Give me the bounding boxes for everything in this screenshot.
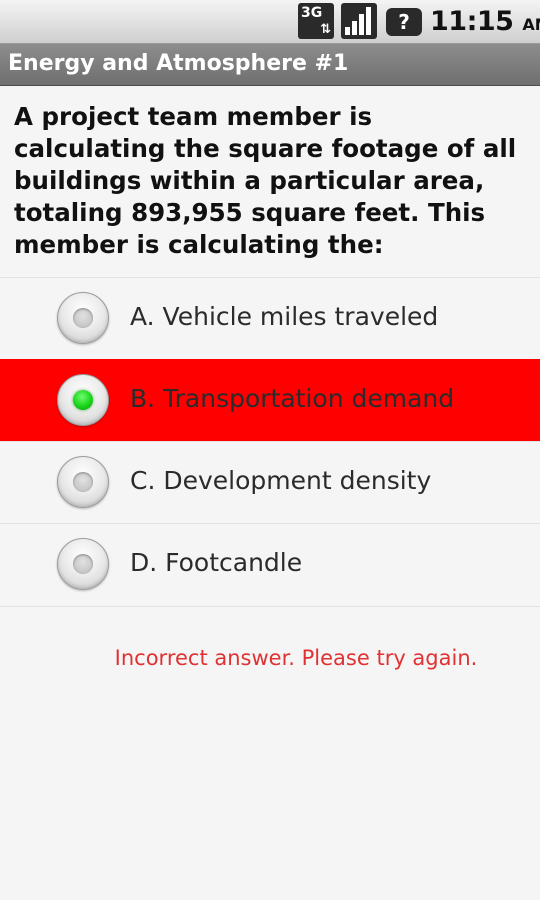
- option-label: D. Footcandle: [130, 548, 303, 577]
- radio-button[interactable]: [57, 538, 109, 590]
- page-title: Energy and Atmosphere #1: [8, 51, 349, 76]
- radio-indicator: [73, 308, 93, 328]
- option-label: A. Vehicle miles traveled: [130, 302, 439, 331]
- signal-icon: [341, 3, 377, 39]
- clock: 11:15 AM: [430, 6, 540, 37]
- option-a[interactable]: A. Vehicle miles traveled: [0, 277, 540, 359]
- clock-ampm: AM: [522, 15, 540, 34]
- network-type-label: 3G: [301, 5, 323, 21]
- unknown-sim-icon: ?: [386, 8, 422, 36]
- divider: [0, 606, 540, 607]
- question-text: A project team member is calculating the…: [14, 102, 517, 259]
- radio-indicator: [73, 390, 93, 410]
- status-bar: 3G ⇅ ? 11:15 AM: [0, 0, 540, 44]
- 3g-icon: 3G ⇅: [298, 3, 334, 39]
- option-d[interactable]: D. Footcandle: [0, 523, 540, 605]
- clock-time: 11:15: [430, 6, 514, 37]
- radio-button[interactable]: [57, 374, 109, 426]
- radio-indicator: [73, 472, 93, 492]
- option-c[interactable]: C. Development density: [0, 441, 540, 523]
- option-b[interactable]: B. Transportation demand: [0, 359, 540, 441]
- radio-indicator: [73, 554, 93, 574]
- radio-button[interactable]: [57, 292, 109, 344]
- option-label: C. Development density: [130, 466, 432, 495]
- data-activity-arrows: ⇅: [320, 22, 331, 37]
- option-label: B. Transportation demand: [130, 384, 455, 413]
- radio-button[interactable]: [57, 456, 109, 508]
- title-bar: Energy and Atmosphere #1: [0, 44, 540, 86]
- feedback-message: Incorrect answer. Please try again.: [114, 646, 478, 670]
